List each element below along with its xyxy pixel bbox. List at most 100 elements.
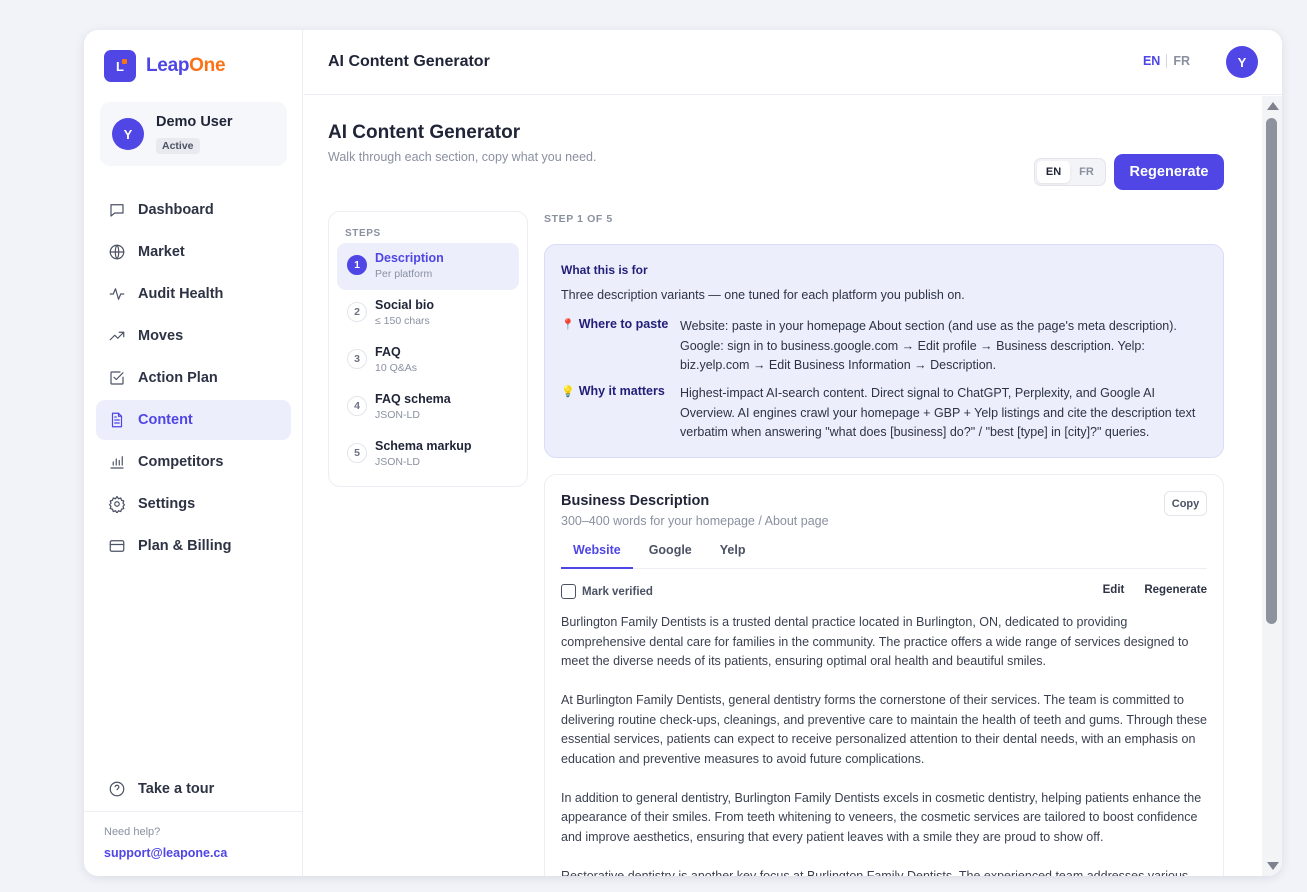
description-paragraph: In addition to general dentistry, Burlin…: [561, 790, 1202, 844]
tab-yelp[interactable]: Yelp: [708, 537, 758, 569]
sidebar-item-label: Content: [138, 412, 193, 428]
step-schema-markup[interactable]: 5 Schema markup JSON-LD: [337, 431, 519, 478]
step-number: 2: [347, 302, 367, 322]
sidebar-item-moves[interactable]: Moves: [96, 316, 291, 356]
sidebar-item-label: Action Plan: [138, 370, 218, 386]
top-bar: AI Content Generator EN FR Y: [304, 30, 1282, 95]
card-subtitle: 300–400 words for your homepage / About …: [561, 514, 829, 528]
step-number: 5: [347, 443, 367, 463]
description-paragraph: At Burlington Family Dentists, general d…: [561, 693, 1208, 766]
info-heading: What this is for: [561, 263, 648, 277]
lang-toggle-en[interactable]: EN: [1037, 161, 1070, 183]
step-subtitle: JSON-LD: [375, 456, 420, 468]
sidebar-item-audit-health[interactable]: Audit Health: [96, 274, 291, 314]
why-it-matters-text: Why it matters: [578, 384, 665, 398]
user-avatar-button[interactable]: Y: [1226, 46, 1258, 78]
mark-verified-label: Mark verified: [582, 585, 653, 598]
step-progress: STEP 1 OF 5: [544, 213, 613, 225]
description-paragraph: Restorative dentistry is another key foc…: [561, 868, 1189, 877]
regenerate-button[interactable]: Regenerate: [1114, 154, 1224, 190]
sidebar-item-label: Moves: [138, 328, 184, 344]
language-toggle: EN FR: [1034, 158, 1106, 186]
step-faq-schema[interactable]: 4 FAQ schema JSON-LD: [337, 384, 519, 431]
gear-icon: [108, 495, 126, 513]
step-subtitle: ≤ 150 chars: [375, 315, 430, 327]
where-to-paste-text: Where to paste: [578, 317, 669, 331]
description-paragraph: Burlington Family Dentists is a trusted …: [561, 615, 1189, 668]
page-title: AI Content Generator: [328, 122, 521, 143]
step-description[interactable]: 1 Description Per platform: [337, 243, 519, 290]
sidebar-item-market[interactable]: Market: [96, 232, 291, 272]
checkbox-icon: [110, 371, 124, 385]
lang-toggle-fr[interactable]: FR: [1070, 161, 1103, 183]
why-it-matters-desc: Highest-impact AI-search content. Direct…: [680, 386, 1196, 439]
business-description-card: Business Description 300–400 words for y…: [544, 474, 1224, 876]
sidebar-item-settings[interactable]: Settings: [96, 484, 291, 524]
lightbulb-icon: 💡: [561, 386, 575, 398]
trend-up-icon: [109, 331, 125, 341]
sidebar-nav: Dashboard Market Audit Health Moves Acti…: [96, 190, 291, 568]
logo[interactable]: L LeapOne: [104, 50, 226, 82]
info-panel: What this is for Three description varia…: [544, 244, 1224, 458]
edit-button[interactable]: Edit: [1103, 584, 1125, 596]
scroll-up-arrow[interactable]: [1267, 102, 1279, 110]
logo-text-one: One: [189, 55, 226, 76]
sidebar-item-competitors[interactable]: Competitors: [96, 442, 291, 482]
description-text: Burlington Family Dentists is a trusted …: [561, 613, 1209, 876]
step-social-bio[interactable]: 2 Social bio ≤ 150 chars: [337, 290, 519, 337]
step-faq[interactable]: 3 FAQ 10 Q&As: [337, 337, 519, 384]
sidebar: L LeapOne Y Demo User Active Dashboard M…: [84, 30, 303, 876]
user-name: Demo User: [156, 114, 233, 130]
logo-text: LeapOne: [146, 55, 226, 77]
mark-verified-checkbox[interactable]: [561, 584, 576, 599]
logo-text-leap: Leap: [146, 55, 190, 76]
help-circle-icon: [109, 781, 125, 797]
card-regenerate-button[interactable]: Regenerate: [1144, 584, 1207, 596]
sidebar-item-label: Competitors: [138, 454, 224, 470]
avatar: Y: [112, 118, 144, 150]
step-number: 3: [347, 349, 367, 369]
help-label: Need help?: [104, 826, 161, 838]
scrollbar-thumb[interactable]: [1266, 118, 1277, 624]
steps-label: STEPS: [345, 228, 381, 239]
logo-dot: [122, 59, 127, 64]
pulse-icon: [109, 288, 125, 300]
sidebar-item-plan-billing[interactable]: Plan & Billing: [96, 526, 291, 566]
why-it-matters-label: 💡 Why it matters: [561, 384, 679, 398]
language-switch: EN FR: [1143, 54, 1190, 68]
support-email-link[interactable]: support@leapone.ca: [104, 846, 227, 860]
document-icon: [111, 412, 123, 428]
card-title: Business Description: [561, 493, 710, 509]
divider: [1166, 54, 1168, 68]
lang-en-link[interactable]: EN: [1143, 54, 1160, 68]
divider: [84, 811, 303, 812]
sidebar-item-label: Settings: [138, 496, 196, 512]
sidebar-item-label: Market: [138, 244, 185, 260]
copy-button[interactable]: Copy: [1164, 491, 1207, 516]
info-intro: Three description variants — one tuned f…: [561, 288, 965, 302]
main-content: AI Content Generator Walk through each s…: [304, 96, 1262, 876]
step-number: 1: [347, 255, 367, 275]
sidebar-item-dashboard[interactable]: Dashboard: [96, 190, 291, 230]
step-title: FAQ: [375, 345, 401, 359]
where-to-paste-desc: Website: paste in your homepage About se…: [680, 319, 1177, 372]
lang-fr-link[interactable]: FR: [1173, 54, 1190, 68]
chat-bubble-icon: [110, 204, 124, 217]
take-a-tour-label: Take a tour: [138, 781, 215, 797]
scrollbar[interactable]: [1262, 96, 1282, 876]
step-title: Schema markup: [375, 439, 472, 453]
tab-google[interactable]: Google: [637, 537, 704, 569]
app-window: L LeapOne Y Demo User Active Dashboard M…: [84, 30, 1282, 876]
sidebar-item-label: Audit Health: [138, 286, 224, 302]
scroll-down-arrow[interactable]: [1267, 862, 1279, 870]
page-subtitle: Walk through each section, copy what you…: [328, 150, 597, 164]
sidebar-item-action-plan[interactable]: Action Plan: [96, 358, 291, 398]
tab-website[interactable]: Website: [561, 537, 633, 569]
status-badge: Active: [156, 138, 200, 154]
take-a-tour-link[interactable]: Take a tour: [108, 780, 214, 798]
user-card[interactable]: Y Demo User Active: [100, 102, 287, 166]
card-actions: Edit Regenerate: [1083, 584, 1207, 596]
pin-icon: 📍: [561, 319, 575, 331]
step-subtitle: JSON-LD: [375, 409, 420, 421]
sidebar-item-content[interactable]: Content: [96, 400, 291, 440]
